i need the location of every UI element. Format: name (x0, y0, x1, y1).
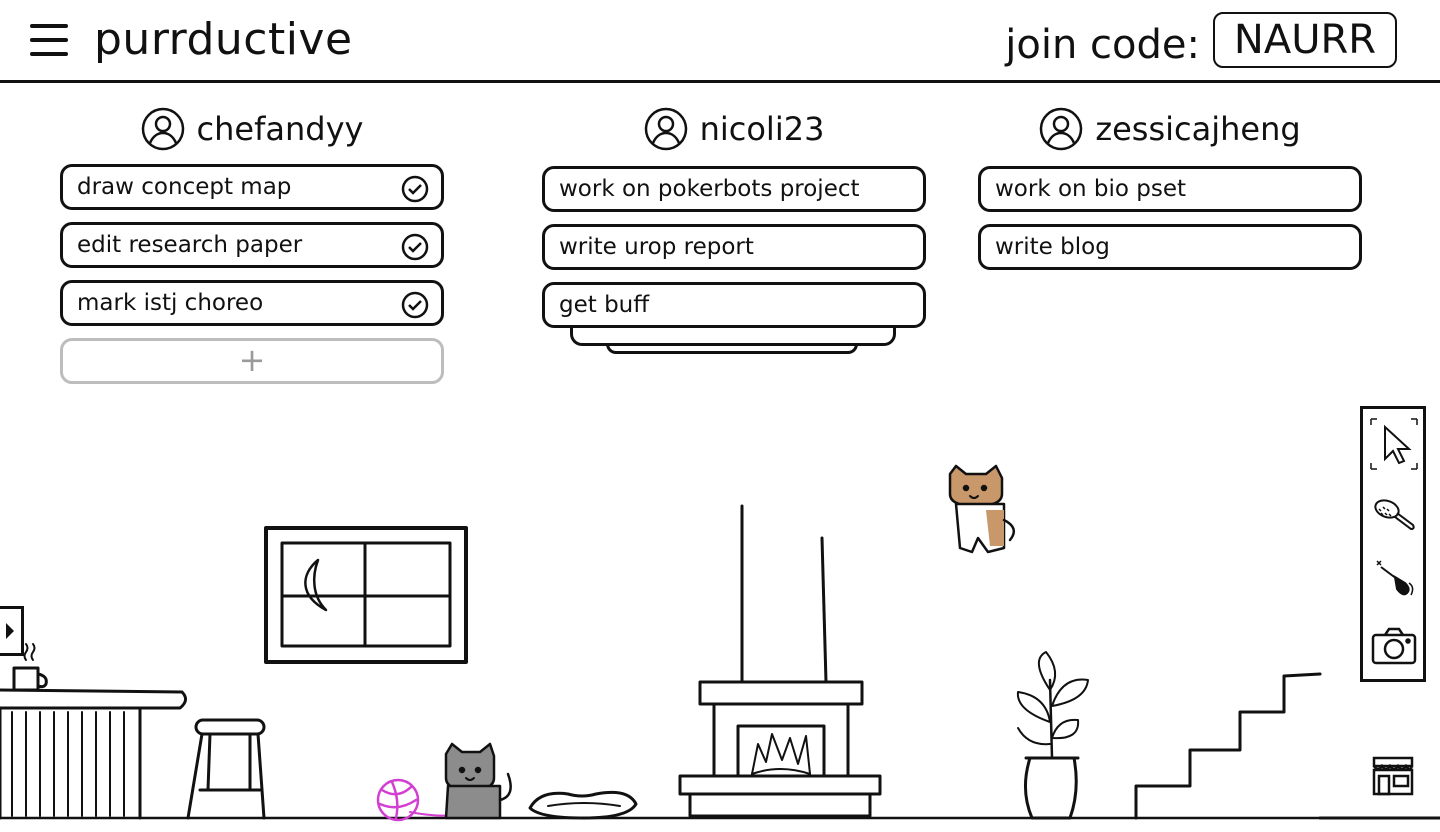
join-code-box[interactable]: NAURR (1213, 12, 1397, 68)
task-label: edit research paper (77, 232, 303, 258)
check-circle-icon[interactable] (401, 233, 429, 261)
task-label: work on bio pset (995, 176, 1187, 202)
check-circle-icon[interactable] (401, 175, 429, 203)
app-title: purrductive (94, 14, 353, 65)
task-item[interactable]: work on bio pset (978, 166, 1362, 212)
stool (186, 718, 266, 820)
task-item[interactable]: write blog (978, 224, 1362, 270)
tan-cat (948, 464, 1016, 554)
side-drawer-toggle[interactable] (0, 606, 24, 656)
task-item[interactable]: write urop report (542, 224, 926, 270)
user-avatar-icon (141, 107, 184, 151)
brush-icon (1374, 499, 1415, 531)
potted-plant (1016, 651, 1089, 820)
task-label: mark istj choreo (77, 290, 264, 316)
wand-icon (1376, 560, 1414, 596)
user-avatar-icon (644, 107, 687, 151)
username: nicoli23 (699, 110, 825, 148)
task-item[interactable]: work on pokerbots project (542, 166, 926, 212)
wand-tool-button[interactable] (1369, 553, 1419, 607)
task-item[interactable]: edit research paper (60, 222, 444, 268)
shop-icon (1372, 756, 1414, 796)
task-item[interactable]: mark istj choreo (60, 280, 444, 326)
task-label: draw concept map (77, 174, 292, 200)
username: chefandyy (196, 110, 364, 148)
task-label: work on pokerbots project (559, 176, 860, 202)
user-column-nicoli23: nicoli23 (542, 106, 926, 152)
camera-tool-button[interactable] (1369, 619, 1419, 673)
cursor-icon (1370, 418, 1418, 470)
task-label: get buff (559, 292, 650, 318)
join-code-label: join code: (1005, 22, 1200, 68)
user-header: nicoli23 (542, 106, 926, 152)
fireplace (678, 504, 882, 818)
brush-tool-button[interactable] (1369, 487, 1419, 541)
task-item[interactable]: get buff (542, 282, 926, 328)
username: zessicajheng (1095, 110, 1301, 148)
task-label: write blog (995, 234, 1110, 260)
add-task-button[interactable]: + (60, 338, 444, 384)
check-circle-icon[interactable] (401, 291, 429, 319)
user-avatar-icon (1040, 107, 1083, 151)
shop-button[interactable] (1368, 752, 1418, 800)
counter (0, 688, 187, 820)
user-header: zessicajheng (978, 106, 1362, 152)
caret-right-icon (6, 623, 14, 639)
hamburger-menu-icon[interactable] (30, 24, 68, 56)
tool-palette (1360, 406, 1426, 682)
gray-cat (444, 742, 512, 820)
user-column-zessicajheng: zessicajheng (978, 106, 1362, 152)
camera-icon (1371, 627, 1417, 665)
task-item[interactable]: draw concept map (60, 164, 444, 210)
user-header: chefandyy (60, 106, 444, 152)
task-label: write urop report (559, 234, 754, 260)
cat-bed (528, 790, 638, 820)
cursor-tool-button[interactable] (1369, 417, 1419, 471)
window (264, 526, 468, 664)
top-bar: purrductive join code: NAURR (0, 0, 1440, 83)
user-column-chefandyy: chefandyy (60, 106, 444, 152)
